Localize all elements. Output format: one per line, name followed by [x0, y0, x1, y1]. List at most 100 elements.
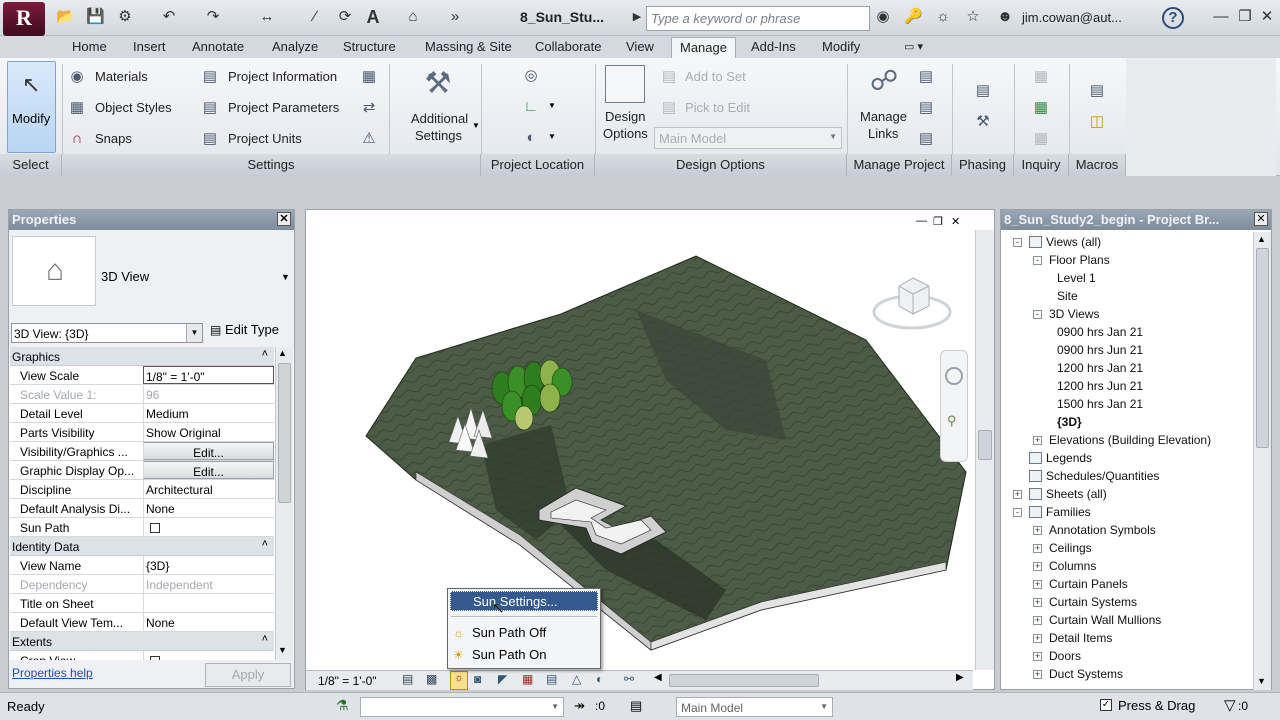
tab-annotate[interactable]: Annotate	[192, 37, 244, 58]
shadows-icon[interactable]: ◙	[474, 672, 481, 686]
binoculars-icon[interactable]: ◉	[874, 8, 892, 26]
minimize-view-icon[interactable]: —	[916, 215, 927, 227]
open-icon[interactable]: 📂	[56, 8, 75, 26]
object-styles-button[interactable]: Object Styles	[95, 100, 172, 115]
close-icon[interactable]: ✕	[1258, 8, 1276, 26]
property-row[interactable]: Scale Value 1: 96	[10, 385, 274, 404]
property-row[interactable]: Visibility/Graphics ... Edit...	[10, 442, 274, 461]
subscription-icon[interactable]: 🔑	[904, 8, 923, 26]
tab-modify[interactable]: Modify	[822, 37, 860, 58]
property-row[interactable]: Default View Tem... None	[10, 613, 274, 632]
browser-tree-item[interactable]: Sheets (all)	[1029, 485, 1107, 503]
browser-tree-item[interactable]: 0900 hrs Jan 21	[1057, 323, 1143, 341]
browser-tree-item[interactable]: Columns	[1049, 557, 1096, 575]
expand-icon[interactable]: +	[1033, 598, 1042, 607]
expand-icon[interactable]: +	[1033, 652, 1042, 661]
coordinates-icon[interactable]: ∟	[522, 98, 540, 116]
save-icon[interactable]: 💾	[86, 8, 105, 26]
browser-tree-item[interactable]: Detail Items	[1049, 629, 1112, 647]
expand-icon[interactable]: +	[1033, 544, 1042, 553]
browser-tree-item[interactable]: Level 1	[1057, 269, 1096, 287]
show-crop-region-icon[interactable]: ▦	[522, 672, 533, 686]
purge-unused-icon[interactable]: ⚠	[360, 130, 378, 148]
pick-to-edit-button[interactable]: Pick to Edit	[685, 100, 750, 115]
browser-tree-item[interactable]: Schedules/Quantities	[1029, 467, 1159, 485]
search-input[interactable]: Type a keyword or phrase	[646, 6, 870, 31]
property-category[interactable]: Graphics ˄	[10, 347, 274, 366]
visual-style-icon[interactable]: ▩	[426, 672, 437, 686]
additional-settings-button[interactable]: Additional	[411, 111, 468, 126]
browser-tree-item[interactable]: Floor Plans	[1049, 251, 1110, 269]
property-row[interactable]: Dependency Independent	[10, 575, 274, 594]
decal-types-icon[interactable]: ▤	[917, 99, 935, 117]
sun-path-off-menu-item[interactable]: ☼ Sun Path Off	[450, 623, 598, 643]
property-value[interactable]: 1/8" = 1'-0"	[143, 366, 274, 384]
collapse-icon[interactable]: -	[1033, 256, 1042, 265]
browser-tree-item[interactable]: Legends	[1029, 449, 1092, 467]
communication-icon[interactable]: ☼	[934, 8, 952, 26]
edit-button[interactable]: Edit...	[143, 442, 274, 460]
browser-tree-item[interactable]: 1500 hrs Jan 21	[1057, 395, 1143, 413]
dropdown-arrow-icon[interactable]: ▼	[548, 132, 556, 141]
edit-button[interactable]: Edit...	[143, 461, 274, 479]
dimension-icon[interactable]: ∕	[306, 8, 324, 26]
collapse-icon[interactable]: ˄	[262, 633, 268, 645]
scroll-right-icon[interactable]: ▶	[956, 672, 964, 683]
viewport-vertical-scrollbar[interactable]	[975, 230, 994, 670]
temporary-hide-icon[interactable]: △	[572, 672, 581, 686]
undo-icon[interactable]: ↶	[160, 8, 178, 26]
phasing-hammer-icon[interactable]: ⚒	[974, 113, 992, 131]
close-view-icon[interactable]: ✕	[951, 215, 960, 228]
tab-home[interactable]: Home	[72, 37, 107, 58]
property-value[interactable]: None	[143, 613, 274, 631]
browser-tree-item[interactable]: 1200 hrs Jun 21	[1057, 377, 1143, 395]
property-value[interactable]: Architectural	[143, 480, 274, 498]
phases-icon[interactable]: ▤	[974, 82, 992, 100]
project-parameters-button[interactable]: Project Parameters	[228, 100, 339, 115]
expand-icon[interactable]: +	[1033, 580, 1042, 589]
expand-icon[interactable]: +	[1033, 526, 1042, 535]
tab-add-ins[interactable]: Add-Ins	[751, 37, 796, 58]
tab-insert[interactable]: Insert	[133, 37, 166, 58]
user-name[interactable]: jim.cowan@aut...	[1022, 10, 1122, 25]
collapse-icon[interactable]: ˄	[262, 348, 268, 360]
dropdown-arrow-icon[interactable]: ▼	[548, 101, 556, 110]
press-drag-checkbox[interactable]: ✓	[1100, 699, 1112, 711]
browser-tree-item[interactable]: Families	[1029, 503, 1091, 521]
tab-massing-site[interactable]: Massing & Site	[425, 37, 512, 58]
browser-tree-item[interactable]: 3D Views	[1049, 305, 1099, 323]
materials-button[interactable]: Materials	[95, 69, 148, 84]
help-icon[interactable]: ?	[1162, 7, 1184, 29]
expand-icon[interactable]: +	[1033, 562, 1042, 571]
redo-icon[interactable]: ↷	[204, 8, 222, 26]
analytical-model-icon[interactable]: ⚯	[624, 672, 634, 686]
collapse-icon[interactable]: -	[1013, 508, 1022, 517]
sun-settings-menu-item[interactable]: Sun Settings...	[450, 591, 598, 611]
transfer-standards-icon[interactable]: ⇄	[360, 99, 378, 117]
property-checkbox[interactable]	[150, 523, 160, 533]
viewcube[interactable]	[871, 272, 953, 334]
shared-parameters-icon[interactable]: ▦	[360, 68, 378, 86]
project-location-panel-title[interactable]: Project Location	[481, 154, 595, 176]
property-value[interactable]: None	[143, 499, 274, 517]
browser-tree-item[interactable]: Elevations (Building Elevation)	[1049, 431, 1211, 449]
crop-view-icon[interactable]: ◤	[498, 672, 507, 686]
type-selector-label[interactable]: 3D View	[101, 269, 149, 284]
design-option-status-select[interactable]: Main Model ▼	[676, 697, 833, 717]
tab-collaborate[interactable]: Collaborate	[535, 37, 602, 58]
expand-icon[interactable]: +	[1033, 634, 1042, 643]
expand-icon[interactable]: +	[1013, 490, 1022, 499]
property-row[interactable]: Graphic Display Op... Edit...	[10, 461, 274, 480]
scroll-left-icon[interactable]: ◀	[654, 672, 662, 683]
scroll-up-icon[interactable]: ▲	[1257, 234, 1266, 244]
steering-wheel-icon[interactable]	[945, 367, 963, 385]
scroll-down-icon[interactable]: ▼	[1257, 676, 1266, 686]
dropdown-arrow-icon[interactable]: ▼	[472, 121, 480, 130]
scroll-up-icon[interactable]: ▲	[278, 348, 287, 358]
sun-path-icon[interactable]: ☼	[450, 671, 468, 690]
property-row[interactable]: Title on Sheet	[10, 594, 274, 613]
design-option-select[interactable]: Main Model ▼	[654, 127, 842, 149]
property-row[interactable]: Crop View	[10, 651, 274, 660]
restore-icon[interactable]: ❐	[1236, 8, 1254, 26]
location-globe-icon[interactable]: ◎	[522, 67, 540, 85]
